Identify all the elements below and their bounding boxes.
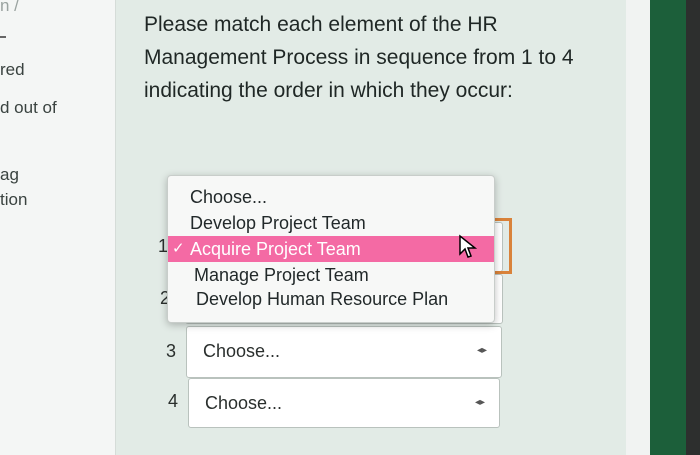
row-number-3: 3 xyxy=(166,341,177,361)
mouse-pointer-icon xyxy=(459,234,478,258)
window-edge xyxy=(650,0,686,455)
row-number-4: 4 xyxy=(168,391,179,411)
sidebar-item-question[interactable]: tion xyxy=(0,190,27,210)
select-arrows-icon: ◂▸ xyxy=(474,397,485,408)
sidebar-top-fragment: n / xyxy=(0,0,19,15)
dropdown-option-acquire-team[interactable]: ✓ Acquire Project Team xyxy=(168,236,494,262)
select-4[interactable]: Choose... ◂▸ xyxy=(188,378,500,428)
sidebar-item-status: red xyxy=(0,60,25,79)
screen-edge xyxy=(686,0,700,455)
scroll-gutter xyxy=(626,0,650,455)
checkmark-icon: ✓ xyxy=(172,240,185,257)
select-3[interactable]: Choose... ◂▸ xyxy=(186,326,502,378)
sidebar: n / red d out of ag tion xyxy=(0,0,116,455)
dropdown-option-hr-plan[interactable]: Develop Human Resource Plan xyxy=(168,286,494,312)
select-arrows-icon: ◂▸ xyxy=(476,345,487,356)
select-3-value: Choose... xyxy=(203,341,281,361)
question-text: Please match each element of the HR Mana… xyxy=(144,13,574,102)
dropdown-option-develop-team[interactable]: Develop Project Team xyxy=(168,210,494,236)
select-4-value: Choose... xyxy=(205,393,283,413)
sidebar-item-marks: d out of xyxy=(0,98,57,117)
dropdown-menu[interactable]: Choose... Develop Project Team ✓ Acquire… xyxy=(167,175,495,323)
dropdown-option-choose[interactable]: Choose... xyxy=(168,184,494,210)
dropdown-option-manage-team[interactable]: Manage Project Team xyxy=(168,262,494,288)
sidebar-divider xyxy=(0,36,6,38)
sidebar-item-flag[interactable]: ag xyxy=(0,165,19,185)
